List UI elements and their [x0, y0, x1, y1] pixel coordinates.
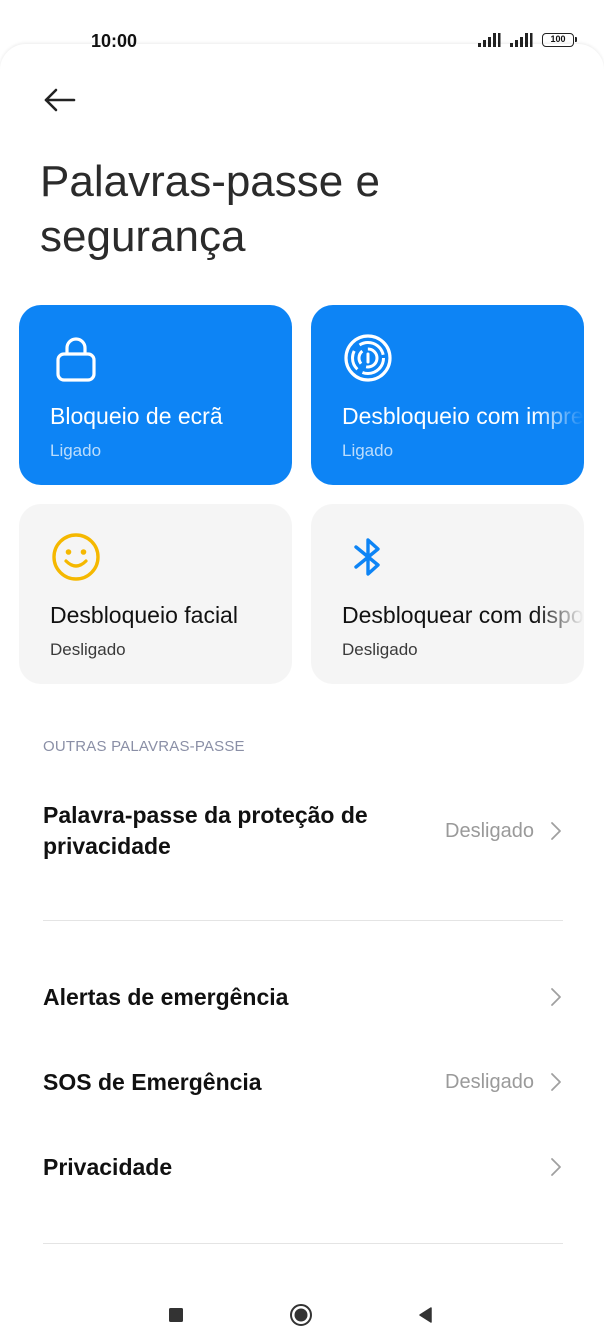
divider [43, 1243, 563, 1244]
back-arrow-icon [44, 88, 76, 112]
section-header: OUTRAS PALAVRAS-PASSE [43, 738, 245, 755]
tile-screen-lock[interactable]: Bloqueio de ecrã Ligado [19, 305, 292, 485]
row-label: Privacidade [43, 1154, 173, 1180]
home-circle-icon [290, 1304, 312, 1326]
smiley-face-icon [52, 533, 100, 581]
screen: 10:00 100 Palavras-passe e segurança Blo… [0, 0, 604, 1344]
tile-status: Desligado [50, 640, 126, 659]
tile-label: Desbloqueio com impressão digital [342, 403, 584, 429]
row-privacy[interactable]: Privacidade [0, 1150, 604, 1190]
recents-button[interactable] [161, 1300, 191, 1330]
row-value: Desligado [445, 1071, 534, 1093]
row-value: Desligado [445, 820, 534, 842]
chevron-right-icon [551, 1158, 561, 1176]
home-button[interactable] [286, 1300, 316, 1330]
back-triangle-icon [419, 1307, 432, 1323]
recents-square-icon [169, 1308, 183, 1322]
bluetooth-icon [354, 538, 380, 576]
row-emergency-alerts[interactable]: Alertas de emergência [0, 980, 604, 1020]
row-label: Alertas de emergência [43, 984, 289, 1010]
tile-status: Ligado [50, 441, 102, 460]
lock-icon [56, 337, 96, 382]
navigation-bar [0, 1284, 604, 1344]
chevron-right-icon [551, 988, 561, 1006]
tile-label: Bloqueio de ecrã [50, 403, 223, 429]
tile-label: Desbloquear com dispositivo Bluetooth [342, 602, 584, 628]
back-button[interactable] [40, 84, 80, 116]
nav-back-button[interactable] [410, 1300, 440, 1330]
row-privacy-protection-password[interactable]: Palavra-passe da proteção de privacidade… [0, 800, 604, 900]
page-title: Palavras-passe e segurança [40, 157, 380, 261]
chevron-right-icon [551, 822, 561, 840]
tile-bluetooth-unlock[interactable]: Desbloquear com dispositivo Bluetooth De… [311, 504, 584, 684]
tile-status: Desligado [342, 640, 418, 659]
row-emergency-sos[interactable]: SOS de Emergência Desligado [0, 1065, 604, 1105]
fingerprint-icon [344, 334, 392, 382]
divider [43, 920, 563, 921]
tile-fingerprint-unlock[interactable]: Desbloqueio com impressão digital Ligado [311, 305, 584, 485]
row-label: SOS de Emergência [43, 1069, 262, 1095]
tile-face-unlock[interactable]: Desbloqueio facial Desligado [19, 504, 292, 684]
row-label: Palavra-passe da proteção de privacidade [43, 802, 368, 859]
tile-status: Ligado [342, 441, 394, 460]
tile-label: Desbloqueio facial [50, 602, 238, 628]
chevron-right-icon [551, 1073, 561, 1091]
